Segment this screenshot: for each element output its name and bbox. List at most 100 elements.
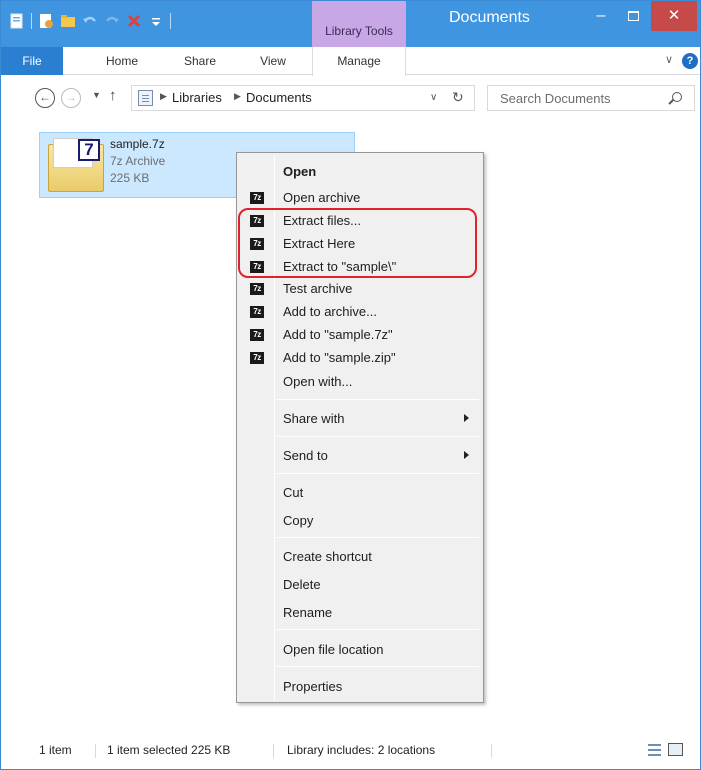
search-icon[interactable] [672, 92, 682, 102]
forward-arrow-icon: → [65, 90, 77, 104]
menu-item-label: Rename [283, 605, 333, 620]
7z-icon: 7z [250, 306, 264, 318]
menu-item-add-to-7z[interactable]: 7z Add to "sample.7z" [239, 324, 481, 346]
status-divider [95, 744, 96, 758]
menu-item-label: Add to "sample.zip" [283, 350, 396, 365]
menu-item-delete[interactable]: Delete [239, 574, 481, 596]
up-arrow-icon[interactable]: ↑ [109, 87, 117, 104]
menu-item-label: Add to archive... [283, 304, 377, 319]
menu-item-cut[interactable]: Cut [239, 482, 481, 504]
file-size: 225 KB [110, 171, 150, 185]
7z-icon: 7z [250, 192, 264, 204]
menu-separator [277, 399, 479, 400]
menu-item-label: Open with... [283, 374, 353, 389]
new-item-icon[interactable] [38, 13, 54, 29]
large-icons-view-icon[interactable] [668, 743, 683, 756]
customize-qat-icon[interactable] [148, 13, 164, 29]
menu-item-label: Properties [283, 679, 343, 694]
menu-item-open-with[interactable]: Open with... [239, 371, 481, 393]
menu-item-open-archive[interactable]: 7z Open archive [239, 187, 481, 209]
menu-item-add-to-zip[interactable]: 7z Add to "sample.zip" [239, 347, 481, 369]
explorer-window: Library Tools Documents – ✕ File Home Sh… [0, 0, 701, 770]
menu-item-open[interactable]: Open [239, 161, 481, 183]
menu-item-open-file-location[interactable]: Open file location [239, 639, 481, 661]
details-view-icon[interactable] [648, 744, 661, 756]
search-box[interactable]: Search Documents [487, 85, 695, 111]
file-name: sample.7z [110, 137, 165, 151]
close-button[interactable]: ✕ [651, 1, 697, 31]
title-bar: Library Tools Documents – ✕ [1, 1, 700, 47]
properties-icon[interactable] [9, 13, 25, 29]
menu-item-label: Add to "sample.7z" [283, 327, 393, 342]
archive-file-icon: 7 [48, 138, 106, 192]
expand-ribbon-icon[interactable]: ∨ [665, 53, 673, 66]
quick-access-toolbar [9, 10, 171, 32]
menu-separator [277, 473, 479, 474]
delete-icon[interactable] [126, 13, 142, 29]
menu-item-label: Open archive [283, 190, 361, 205]
library-tools-label: Library Tools [325, 24, 393, 38]
maximize-icon [627, 10, 639, 21]
menu-item-properties[interactable]: Properties [239, 676, 481, 698]
menu-item-label: Share with [283, 411, 345, 426]
menu-item-label: Test archive [283, 281, 353, 296]
submenu-arrow-icon [464, 414, 469, 422]
address-dropdown-icon[interactable]: ∨ [430, 92, 437, 103]
menu-item-add-to-archive[interactable]: 7z Add to archive... [239, 301, 481, 323]
new-folder-icon[interactable] [60, 13, 76, 29]
tab-file[interactable]: File [1, 47, 63, 75]
menu-item-share-with[interactable]: Share with [239, 408, 481, 430]
library-info: Library includes: 2 locations [287, 743, 436, 757]
refresh-icon[interactable]: ↻ [452, 89, 464, 106]
file-type: 7z Archive [110, 154, 166, 168]
menu-item-label: Open file location [283, 642, 384, 657]
breadcrumb-chevron-icon[interactable]: ▶ [160, 91, 167, 102]
menu-separator [277, 629, 479, 630]
menu-item-test-archive[interactable]: 7z Test archive [239, 278, 481, 300]
menu-separator [277, 436, 479, 437]
window-title: Documents [449, 9, 530, 26]
tab-home[interactable]: Home [100, 47, 144, 75]
recent-locations-icon[interactable]: ▼ [92, 90, 101, 100]
help-icon[interactable]: ? [682, 53, 698, 69]
qat-divider [170, 13, 171, 29]
menu-separator [277, 666, 479, 667]
status-divider [273, 744, 274, 758]
breadcrumb-documents[interactable]: Documents [246, 90, 312, 105]
back-button[interactable]: ← [35, 88, 55, 108]
7z-icon: 7z [250, 329, 264, 341]
menu-item-label: Send to [283, 448, 328, 463]
menu-item-send-to[interactable]: Send to [239, 445, 481, 467]
ribbon-tabs: File Home Share View Manage ∨ ? [1, 47, 700, 76]
menu-item-rename[interactable]: Rename [239, 602, 481, 624]
library-tools-group: Library Tools [312, 1, 406, 47]
tab-view[interactable]: View [253, 47, 293, 75]
breadcrumb-chevron-icon[interactable]: ▶ [234, 91, 241, 102]
status-bar: 1 item 1 item selected 225 KB Library in… [1, 736, 700, 764]
menu-item-copy[interactable]: Copy [239, 510, 481, 532]
minimize-button[interactable]: – [586, 1, 616, 31]
tab-manage[interactable]: Manage [312, 47, 406, 76]
7z-icon: 7z [250, 283, 264, 295]
menu-item-label: Copy [283, 513, 314, 528]
redo-icon[interactable] [104, 13, 120, 29]
status-divider [491, 744, 492, 758]
menu-item-label: Cut [283, 485, 304, 500]
undo-icon[interactable] [82, 13, 98, 29]
address-bar[interactable]: ▶ Libraries ▶ Documents ∨ ↻ [131, 85, 475, 111]
menu-item-label: Delete [283, 577, 321, 592]
menu-item-create-shortcut[interactable]: Create shortcut [239, 546, 481, 568]
tab-share[interactable]: Share [178, 47, 222, 75]
library-icon [138, 90, 153, 106]
menu-separator [277, 537, 479, 538]
minimize-icon: – [596, 7, 606, 24]
qat-divider [31, 13, 32, 29]
menu-item-label: Create shortcut [283, 549, 372, 564]
maximize-button[interactable] [618, 1, 648, 31]
selection-info: 1 item selected 225 KB [107, 743, 231, 757]
breadcrumb-libraries[interactable]: Libraries [172, 90, 222, 105]
close-icon: ✕ [667, 7, 681, 24]
submenu-arrow-icon [464, 451, 469, 459]
forward-button[interactable]: → [61, 88, 81, 108]
item-count: 1 item [39, 743, 72, 757]
